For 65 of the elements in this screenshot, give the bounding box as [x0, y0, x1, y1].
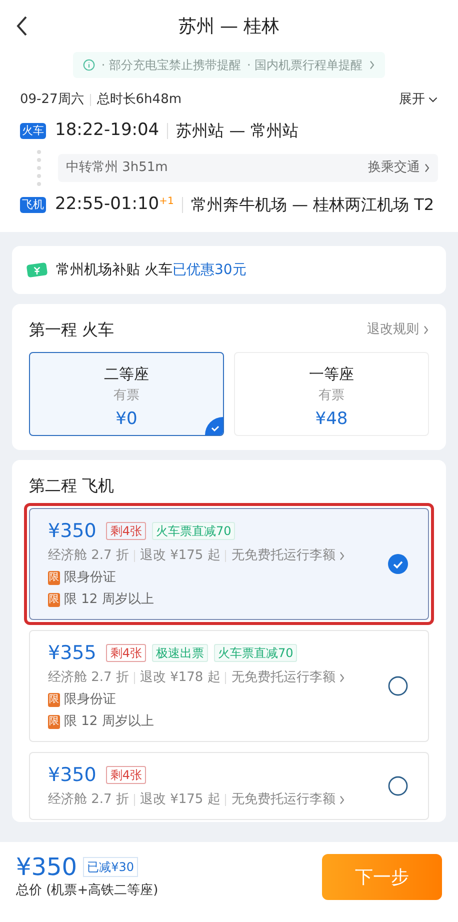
chevron-icon: [339, 795, 346, 805]
limit-badge: 限: [48, 571, 60, 585]
fare-price: ¥350: [48, 763, 96, 788]
trip-date: 09-27周六: [20, 91, 84, 110]
seat-option[interactable]: 二等座 有票 ¥0: [29, 352, 224, 436]
chevron-icon: [368, 60, 375, 70]
chevron-icon: [423, 325, 429, 335]
transport-badge: 火车: [20, 123, 46, 139]
page-title: 苏州 — 桂林: [178, 14, 280, 38]
back-icon[interactable]: [16, 16, 28, 36]
chevron-down-icon: [428, 97, 438, 103]
leg-time: 18:22-19:04: [55, 119, 160, 142]
limit-badge: 限: [48, 715, 60, 729]
limit-badge: 限: [48, 693, 60, 707]
transport-badge: 飞机: [20, 197, 46, 213]
day-offset: +1: [159, 195, 174, 209]
fare-detail: 退改 ¥175 起: [140, 791, 220, 809]
leg-time: 22:55-01:10: [55, 193, 160, 216]
transfer-link[interactable]: 换乘交通: [368, 158, 430, 178]
notice-bar[interactable]: · 部分充电宝禁止携带提醒 · 国内机票行程单提醒: [73, 52, 385, 78]
fare-detail: 经济舱 2.7 折: [48, 791, 129, 809]
chevron-icon: [339, 551, 346, 561]
option-tag: 剩4张: [106, 522, 146, 540]
option-tag: 极速出票: [152, 644, 208, 662]
option-tag: 火车票直减70: [214, 644, 298, 662]
notice-text: · 国内机票行程单提醒: [247, 57, 363, 74]
limit-text: 限身份证: [64, 569, 116, 587]
limit-text: 限 12 周岁以上: [64, 713, 154, 731]
fare-detail: 经济舱 2.7 折: [48, 547, 129, 565]
limit-text: 限身份证: [64, 691, 116, 709]
chevron-icon: [424, 163, 430, 173]
fare-detail: 退改 ¥175 起: [140, 547, 220, 565]
subsidy-text: 常州机场补贴 火车已优惠30元: [56, 260, 246, 280]
leg-route: 苏州站 — 常州站: [176, 120, 298, 142]
section-title: 第二程 飞机: [28, 475, 116, 497]
corner-check-icon: [205, 417, 223, 435]
chevron-icon: [339, 673, 346, 683]
fare-detail: 无免费托运行李额: [231, 791, 336, 809]
limit-badge: 限: [48, 593, 60, 607]
fare-detail: 无免费托运行李额: [231, 547, 336, 565]
transfer-info: 中转常州 3h51m: [66, 159, 168, 178]
notice-text: · 部分充电宝禁止携带提醒: [101, 57, 241, 74]
trip-duration: 总时长6h48m: [96, 91, 182, 110]
rules-link[interactable]: 退改规则: [367, 320, 429, 340]
fare-price: ¥350: [48, 519, 96, 544]
fare-price: ¥355: [48, 641, 96, 666]
expand-link[interactable]: 展开: [399, 90, 438, 110]
fare-detail: 退改 ¥178 起: [140, 669, 220, 687]
option-tag: 剩4张: [106, 766, 146, 784]
fare-option[interactable]: ¥350 剩4张 经济舱 2.7 折 退改 ¥175 起 无免费托运行李额: [29, 752, 429, 820]
fare-option[interactable]: ¥350 剩4张 火车票直减70 经济舱 2.7 折 退改 ¥175 起 无免费托运行李额 限 限身份证 限 限 12 周岁以上: [29, 508, 429, 620]
ticket-icon: [26, 261, 48, 279]
fare-option[interactable]: ¥355 剩4张 极速出票 火车票直减70 经济舱 2.7 折 退改 ¥178 起 无免费托运行李额 限 限身份证 限 限 12 周岁以上: [29, 630, 429, 742]
seat-option[interactable]: 一等座 有票 ¥48: [234, 352, 429, 436]
option-tag: 火车票直减70: [152, 522, 236, 540]
total-price: ¥350: [16, 853, 78, 882]
leg-route: 常州奔牛机场 — 桂林两江机场 T2: [190, 194, 434, 216]
fare-detail: 经济舱 2.7 折: [48, 669, 129, 687]
discount-tag: 已减¥30: [83, 857, 138, 878]
fare-detail: 无免费托运行李额: [231, 669, 336, 687]
section-title: 第一程 火车: [29, 319, 114, 341]
total-caption: 总价 (机票+高铁二等座): [16, 882, 158, 900]
limit-text: 限 12 周岁以上: [64, 591, 154, 609]
info-icon: [83, 59, 96, 71]
option-tag: 剩4张: [106, 644, 146, 662]
